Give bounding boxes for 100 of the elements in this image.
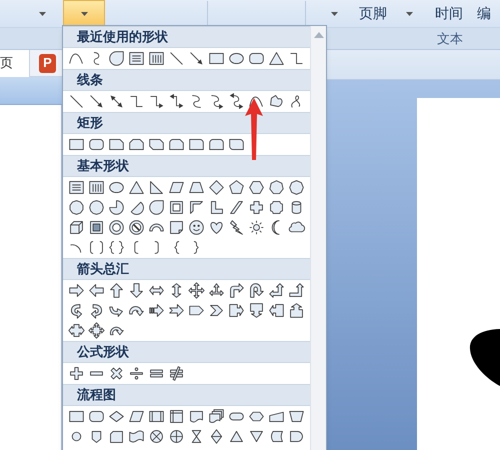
rectangle-icon[interactable] bbox=[208, 50, 224, 67]
donut-icon[interactable] bbox=[108, 219, 124, 236]
heptagon-icon[interactable] bbox=[268, 179, 284, 196]
parallelogram-icon[interactable] bbox=[168, 179, 184, 196]
left-up-arrow-icon[interactable] bbox=[268, 282, 284, 299]
alternate-process-icon[interactable] bbox=[88, 408, 104, 425]
extract-icon[interactable] bbox=[228, 428, 244, 445]
oval-icon[interactable] bbox=[108, 179, 124, 196]
elbow-arrow-icon[interactable] bbox=[148, 93, 164, 110]
teardrop-icon[interactable] bbox=[148, 199, 164, 216]
elbow-double-arrow-icon[interactable] bbox=[168, 93, 184, 110]
vertical-text-box-icon[interactable] bbox=[88, 179, 104, 196]
rounded-rectangle-icon[interactable] bbox=[248, 50, 264, 67]
callout-arrow-icon[interactable] bbox=[288, 302, 304, 319]
right-triangle-icon[interactable] bbox=[148, 179, 164, 196]
pie-icon[interactable] bbox=[108, 199, 124, 216]
line-icon[interactable] bbox=[168, 50, 184, 67]
double-brace-icon[interactable] bbox=[108, 239, 124, 256]
double-arrow-icon[interactable] bbox=[108, 93, 124, 110]
text-box-icon[interactable] bbox=[128, 50, 144, 67]
predefined-process-icon[interactable] bbox=[148, 408, 164, 425]
date-time-button[interactable]: 时间 bbox=[435, 3, 463, 24]
rounded-rectangle-icon[interactable] bbox=[188, 136, 204, 153]
sun-icon[interactable] bbox=[248, 219, 264, 236]
dodecagon-icon[interactable] bbox=[88, 199, 104, 216]
bent-up-arrow-icon[interactable] bbox=[288, 282, 304, 299]
manual-operation-icon[interactable] bbox=[288, 408, 304, 425]
scrollbar[interactable] bbox=[310, 26, 326, 450]
diagonal-stripe-icon[interactable] bbox=[228, 199, 244, 216]
merge-icon[interactable] bbox=[248, 428, 264, 445]
plaque-icon[interactable] bbox=[268, 199, 284, 216]
pentagon-icon[interactable] bbox=[228, 179, 244, 196]
freeform-icon[interactable] bbox=[268, 93, 284, 110]
summing-junction-icon[interactable] bbox=[148, 428, 164, 445]
elbow-connector-icon[interactable] bbox=[288, 50, 304, 67]
footer-button[interactable]: 页脚 bbox=[359, 3, 387, 24]
or-icon[interactable] bbox=[168, 428, 184, 445]
decagon-icon[interactable] bbox=[68, 199, 84, 216]
rectangle-icon[interactable] bbox=[68, 136, 84, 153]
callout-arrow-icon[interactable] bbox=[268, 302, 284, 319]
process-icon[interactable] bbox=[68, 408, 84, 425]
frame-icon[interactable] bbox=[168, 199, 184, 216]
callout-arrow-icon[interactable] bbox=[88, 322, 104, 339]
callout-arrow-icon[interactable] bbox=[228, 302, 244, 319]
document-icon[interactable] bbox=[188, 408, 204, 425]
vertical-text-box-icon[interactable] bbox=[148, 50, 164, 67]
callout-arrow-icon[interactable] bbox=[68, 322, 84, 339]
section-header: 箭头总汇 bbox=[63, 258, 310, 280]
hexagon-icon[interactable] bbox=[248, 179, 264, 196]
triangle-icon[interactable] bbox=[268, 50, 284, 67]
rounded-rectangle-icon[interactable] bbox=[88, 136, 104, 153]
internal-storage-icon[interactable] bbox=[168, 408, 184, 425]
arrow-icon[interactable] bbox=[188, 50, 204, 67]
cube-icon[interactable] bbox=[68, 219, 84, 236]
cross-icon[interactable] bbox=[248, 199, 264, 216]
number-button[interactable]: 编 bbox=[477, 3, 491, 24]
arrow-icon[interactable] bbox=[88, 93, 104, 110]
line-icon[interactable] bbox=[68, 93, 84, 110]
divide-icon[interactable] bbox=[128, 365, 144, 382]
curved-double-arrow-icon[interactable] bbox=[228, 93, 244, 110]
folded-corner-icon[interactable] bbox=[168, 219, 184, 236]
callout-arrow-icon[interactable] bbox=[248, 302, 264, 319]
punched-tape-icon[interactable] bbox=[128, 428, 144, 445]
document-tab[interactable]: 页 bbox=[0, 50, 30, 76]
decision-icon[interactable] bbox=[108, 408, 124, 425]
caret-icon[interactable] bbox=[330, 10, 339, 16]
delay-icon[interactable] bbox=[288, 428, 304, 445]
right-arrow-icon[interactable] bbox=[68, 282, 84, 299]
not-equal-icon[interactable] bbox=[168, 365, 184, 382]
striped-arrow-icon[interactable] bbox=[148, 302, 164, 319]
teardrop-icon[interactable] bbox=[108, 50, 124, 67]
smiley-icon[interactable] bbox=[188, 219, 204, 236]
up-arrow-icon[interactable] bbox=[108, 282, 124, 299]
data-icon[interactable] bbox=[128, 408, 144, 425]
quad-arrow-icon[interactable] bbox=[188, 282, 204, 299]
chevron-icon[interactable] bbox=[208, 302, 224, 319]
bent-arrow-icon[interactable] bbox=[228, 282, 244, 299]
octagon-icon[interactable] bbox=[288, 179, 304, 196]
trapezoid-icon[interactable] bbox=[188, 179, 204, 196]
three-way-arrow-icon[interactable] bbox=[208, 282, 224, 299]
oval-icon[interactable] bbox=[228, 50, 244, 67]
diamond-icon[interactable] bbox=[208, 179, 224, 196]
down-arrow-icon[interactable] bbox=[128, 282, 144, 299]
heart-icon[interactable] bbox=[208, 219, 224, 236]
double-bracket-icon[interactable] bbox=[88, 239, 104, 256]
left-arrow-icon[interactable] bbox=[88, 282, 104, 299]
card-icon[interactable] bbox=[108, 428, 124, 445]
triangle-icon[interactable] bbox=[128, 179, 144, 196]
plus-icon[interactable] bbox=[68, 365, 84, 382]
bevel-icon[interactable] bbox=[88, 219, 104, 236]
no-symbol-icon[interactable] bbox=[128, 219, 144, 236]
lightning-bolt-icon[interactable] bbox=[228, 219, 244, 236]
text-box-icon[interactable] bbox=[68, 179, 84, 196]
u-turn-arrow-icon[interactable] bbox=[248, 282, 264, 299]
multidocument-icon[interactable] bbox=[208, 408, 224, 425]
elbow-connector-icon[interactable] bbox=[128, 93, 144, 110]
caret-icon[interactable] bbox=[405, 10, 414, 16]
caret-icon[interactable] bbox=[38, 10, 47, 16]
half-frame-icon[interactable] bbox=[188, 199, 204, 216]
notched-arrow-icon[interactable] bbox=[168, 302, 184, 319]
